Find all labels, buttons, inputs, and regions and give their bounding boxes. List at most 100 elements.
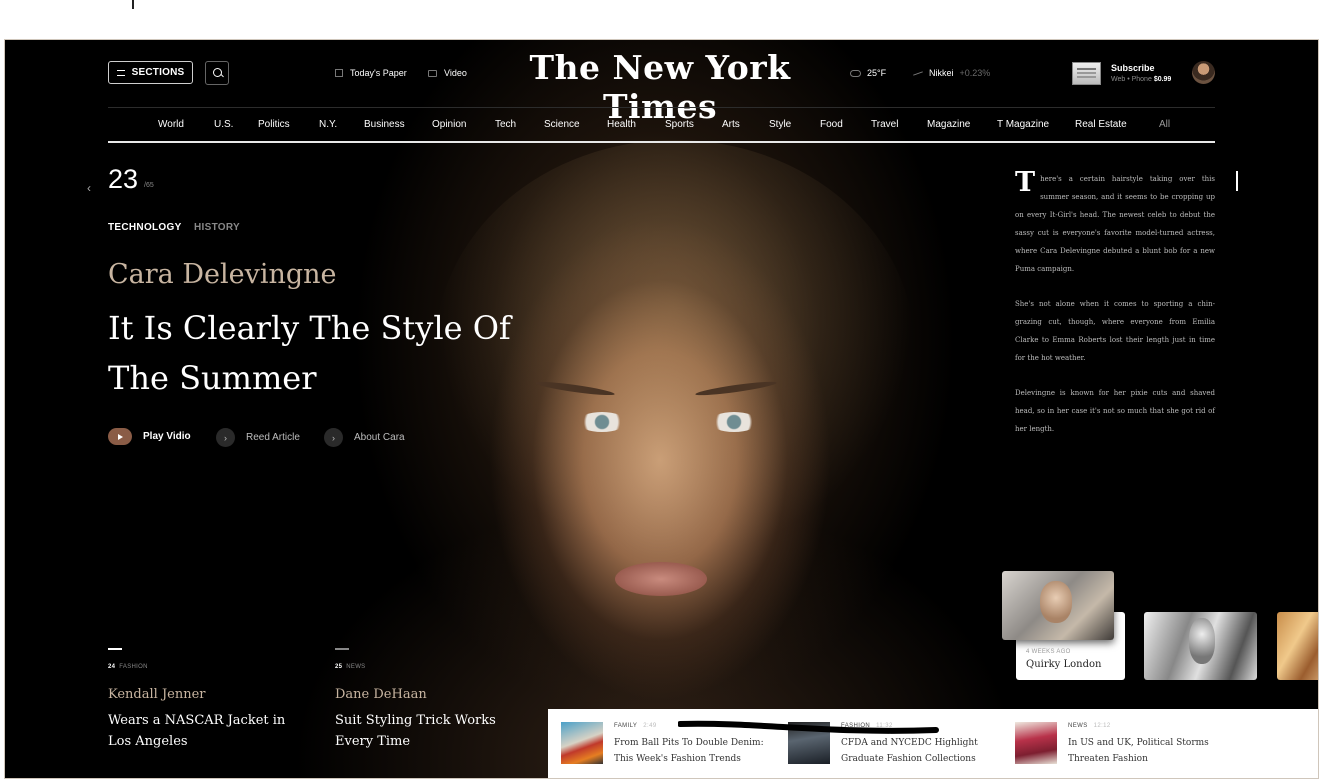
article-text: here's a certain hairstyle taking over t…	[1015, 175, 1215, 273]
story-card[interactable]: 25 NEWS Dane DeHaan Suit Styling Trick Wo…	[335, 648, 525, 752]
slide-counter: 23	[108, 164, 139, 194]
nav-item-science[interactable]: Science	[544, 119, 580, 130]
nikkei-label: Nikkei	[929, 68, 954, 78]
nav-item-arts[interactable]: Arts	[722, 119, 740, 130]
nav-item-t-magazine[interactable]: T Magazine	[997, 119, 1049, 130]
sections-label: SECTIONS	[131, 67, 185, 78]
hero-image-lips	[615, 562, 707, 596]
strip-thumbnail	[1015, 722, 1057, 764]
about-cara-button[interactable]: › About Cara	[324, 428, 405, 447]
related-card-bw-photo[interactable]	[1144, 612, 1257, 680]
tab-technology[interactable]: TECHNOLOGY	[108, 222, 182, 233]
search-icon-handle	[220, 73, 224, 78]
nav-item-health[interactable]: Health	[607, 119, 636, 130]
related-card-photo[interactable]	[1002, 571, 1114, 640]
article-paragraph: She's not alone when it comes to sportin…	[1015, 300, 1215, 362]
subscribe-thumbnail[interactable]	[1072, 62, 1101, 85]
newspaper-icon	[335, 69, 343, 77]
play-icon	[108, 428, 132, 445]
section-nav: World U.S. Politics N.Y. Business Opinio…	[108, 119, 1215, 133]
strip-title[interactable]: CFDA and NYCEDC Highlight Graduate Fashi…	[841, 735, 1001, 767]
nav-item-sports[interactable]: Sports	[665, 119, 694, 130]
todays-paper-link[interactable]: Today's Paper	[335, 68, 407, 78]
chevron-left-icon[interactable]: ‹	[87, 181, 91, 195]
nav-item-world[interactable]: World	[158, 119, 184, 130]
play-video-button[interactable]: Play Vidio	[108, 428, 191, 445]
site-logo[interactable]: The New York Times	[485, 48, 835, 126]
video-link[interactable]: Video	[428, 68, 467, 78]
subscribe-price: $0.99	[1153, 76, 1172, 83]
slide-total: /65	[144, 182, 154, 189]
nav-item-business[interactable]: Business	[364, 119, 405, 130]
nikkei-change: +0.23%	[959, 68, 991, 78]
divider	[108, 107, 1215, 108]
strip-category: FAMILY	[614, 723, 638, 729]
story-meta: 24 FASHION	[108, 664, 298, 670]
menu-icon	[116, 69, 125, 76]
strip-meta: FAMILY 2:49	[614, 723, 657, 729]
story-category: FASHION	[119, 664, 148, 670]
article-body: There's a certain hairstyle taking over …	[1015, 167, 1215, 455]
story-subject: Kendall Jenner	[108, 687, 206, 702]
about-cara-label: About Cara	[354, 432, 405, 443]
article-paragraph: There's a certain hairstyle taking over …	[1015, 167, 1215, 278]
nav-item-opinion[interactable]: Opinion	[432, 119, 466, 130]
nav-item-style[interactable]: Style	[769, 119, 791, 130]
hero-image-eye-left	[578, 412, 626, 432]
nav-item-travel[interactable]: Travel	[871, 119, 898, 130]
chevron-right-icon: ›	[216, 428, 235, 447]
strip-meta: NEWS 12:12	[1068, 723, 1111, 729]
nav-item-all[interactable]: All	[1159, 119, 1170, 130]
strip-title[interactable]: In US and UK, Political Storms Threaten …	[1068, 735, 1228, 767]
video-icon	[428, 69, 437, 77]
read-article-button[interactable]: › Reed Article	[216, 428, 300, 447]
user-avatar[interactable]	[1192, 61, 1215, 84]
trend-icon	[913, 70, 923, 76]
weather-icon	[850, 69, 861, 77]
chevron-right-icon: ›	[324, 428, 343, 447]
nav-item-food[interactable]: Food	[820, 119, 843, 130]
weather-widget[interactable]: 25°F	[850, 68, 886, 78]
nav-item-real-estate[interactable]: Real Estate	[1075, 119, 1127, 130]
strip-item[interactable]: NEWS 12:12 In US and UK, Political Storms…	[1015, 722, 1225, 766]
hero-headline[interactable]: It Is Clearly The Style Of The Summer	[108, 303, 528, 403]
strip-category: NEWS	[1068, 723, 1088, 729]
nav-item-tech[interactable]: Tech	[495, 119, 516, 130]
divider	[108, 648, 122, 650]
hero-image-eye-right	[710, 412, 758, 432]
story-number: 25	[335, 664, 343, 670]
strip-title[interactable]: From Ball Pits To Double Denim: This Wee…	[614, 735, 774, 767]
hero-subject-name: Cara Delevingne	[108, 259, 337, 290]
related-card-title[interactable]: Quirky London	[1026, 659, 1101, 670]
sections-button[interactable]: SECTIONS	[108, 61, 193, 84]
divider	[335, 648, 349, 650]
story-title[interactable]: Wears a NASCAR Jacket in Los Angeles	[108, 710, 298, 752]
strip-time: 12:12	[1093, 723, 1111, 729]
page-frame: SECTIONS Today's Paper Video The New Yor…	[5, 40, 1318, 778]
story-number: 24	[108, 664, 116, 670]
drop-cap: T	[1015, 167, 1036, 198]
redaction-scribble	[678, 720, 939, 734]
scrollbar-thumb[interactable]	[1236, 171, 1238, 191]
story-subject: Dane DeHaan	[335, 687, 427, 702]
related-card-color-photo[interactable]	[1277, 612, 1318, 680]
tab-history[interactable]: HISTORY	[194, 222, 240, 233]
market-widget[interactable]: Nikkei +0.23%	[913, 68, 990, 78]
cursor-mark	[132, 0, 134, 9]
subscribe-link[interactable]: Subscribe	[1111, 63, 1155, 73]
todays-paper-label: Today's Paper	[350, 68, 407, 78]
story-card[interactable]: 24 FASHION Kendall Jenner Wears a NASCAR …	[108, 648, 298, 752]
search-button[interactable]	[205, 61, 229, 85]
story-category: NEWS	[346, 664, 366, 670]
nav-underline	[108, 141, 1215, 143]
strip-time: 2:49	[643, 723, 657, 729]
read-article-label: Reed Article	[246, 432, 300, 443]
video-label: Video	[444, 68, 467, 78]
nav-item-magazine[interactable]: Magazine	[927, 119, 970, 130]
strip-thumbnail	[561, 722, 603, 764]
story-title[interactable]: Suit Styling Trick Works Every Time	[335, 710, 525, 752]
nav-item-us[interactable]: U.S.	[214, 119, 233, 130]
nav-item-ny[interactable]: N.Y.	[319, 119, 337, 130]
nav-item-politics[interactable]: Politics	[258, 119, 290, 130]
article-paragraph: Delevingne is known for her pixie cuts a…	[1015, 389, 1215, 433]
